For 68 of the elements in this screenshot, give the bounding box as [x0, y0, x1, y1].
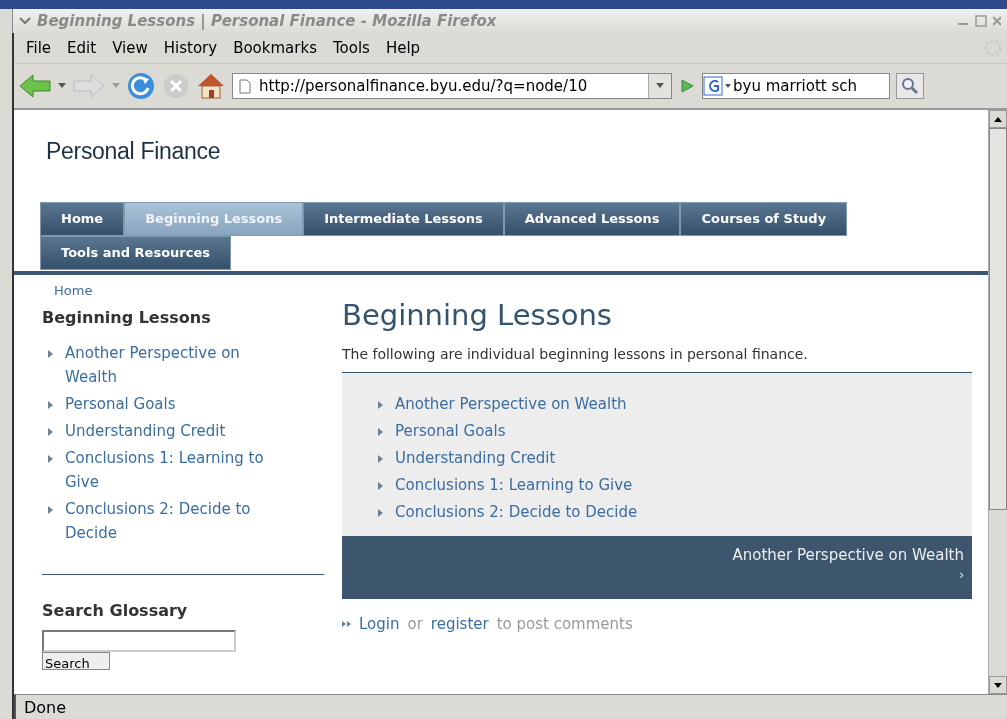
lesson-link[interactable]: Personal Goals [395, 418, 506, 445]
nav-tab[interactable]: Tools and Resources [40, 236, 231, 270]
maximize-icon[interactable] [975, 15, 987, 27]
search-text: byu marriott sch [733, 77, 857, 95]
go-icon[interactable] [678, 77, 696, 95]
reload-icon[interactable] [126, 71, 156, 101]
dropdown-icon[interactable] [648, 74, 671, 98]
window-title: Beginning Lessons | Personal Finance - Mozilla Firefox [37, 12, 498, 30]
nav-tab[interactable]: Home [40, 202, 125, 236]
sidebar-link[interactable]: Understanding Credit [65, 419, 226, 443]
dropdown-icon[interactable] [58, 83, 66, 89]
sidebar-link[interactable]: Conclusions 1: Learning to Give [65, 446, 280, 494]
page-heading: Beginning Lessons [342, 298, 613, 332]
menu-item[interactable]: Bookmarks [225, 39, 325, 57]
lesson-link[interactable]: Conclusions 2: Decide to Decide [395, 499, 638, 526]
bullet-icon [48, 428, 53, 436]
login-link[interactable]: Login [359, 615, 400, 633]
nav-tab[interactable]: Intermediate Lessons [303, 202, 504, 236]
close-icon[interactable] [993, 15, 1001, 27]
address-bar[interactable]: http://personalfinance.byu.edu/?q=node/10 [232, 73, 672, 99]
search-icon[interactable] [896, 73, 924, 99]
sidebar-link[interactable]: Personal Goals [65, 392, 176, 416]
chevron-icon[interactable] [19, 16, 31, 26]
status-text: Done [24, 697, 67, 717]
site-logo[interactable]: Personal Finance [14, 110, 988, 202]
lesson-link[interactable]: Another Perspective on Wealth [395, 391, 627, 418]
sidebar-link[interactable]: Conclusions 2: Decide to Decide [65, 497, 280, 545]
glossary-heading: Search Glossary [42, 601, 189, 620]
glossary-input[interactable] [42, 630, 236, 652]
home-icon[interactable] [196, 72, 226, 100]
scrollbar[interactable] [988, 110, 1007, 694]
next-arrow[interactable]: › [959, 568, 964, 582]
bullet-icon [378, 401, 383, 409]
breadcrumb-link[interactable]: Home [14, 275, 988, 298]
search-field[interactable]: byu marriott sch [702, 73, 890, 99]
bullet-icon [378, 509, 383, 517]
next-page-link[interactable]: Another Perspective on Wealth [732, 546, 964, 564]
double-arrow-icon [342, 621, 351, 627]
menu-item[interactable]: History [155, 39, 226, 57]
lesson-link[interactable]: Understanding Credit [395, 445, 556, 472]
menu-item[interactable]: Help [377, 39, 429, 57]
menu-item[interactable]: Tools [324, 39, 378, 57]
bullet-icon [48, 350, 53, 358]
menu-item[interactable]: Edit [59, 39, 105, 57]
comment-text: or [407, 615, 423, 633]
intro-text: The following are individual beginning lessons in personal finance. [342, 346, 809, 362]
nav-tab[interactable]: Courses of Study [680, 202, 848, 236]
back-icon[interactable] [18, 73, 52, 99]
bullet-icon [378, 455, 383, 463]
bullet-icon [378, 482, 383, 490]
sidebar-heading: Beginning Lessons [42, 308, 212, 327]
nav-tab[interactable]: Advanced Lessons [503, 202, 681, 236]
register-link[interactable]: register [430, 615, 489, 633]
bullet-icon [48, 401, 53, 409]
bullet-icon [48, 455, 53, 463]
menu-item[interactable]: File [18, 39, 60, 57]
url-text: http://personalfinance.byu.edu/?q=node/10 [259, 77, 589, 95]
page-icon [239, 78, 251, 94]
menu-item[interactable]: View [104, 39, 156, 57]
lesson-link[interactable]: Conclusions 1: Learning to Give [395, 472, 633, 499]
sidebar-link[interactable]: Another Perspective on Wealth [65, 341, 280, 389]
bullet-icon [378, 428, 383, 436]
scroll-down-icon[interactable] [994, 682, 1002, 688]
google-icon[interactable] [703, 76, 733, 96]
search-button[interactable]: Search [42, 652, 110, 670]
comment-text: to post comments [496, 615, 633, 633]
bullet-icon [48, 506, 53, 514]
scroll-up-icon[interactable] [994, 116, 1002, 122]
